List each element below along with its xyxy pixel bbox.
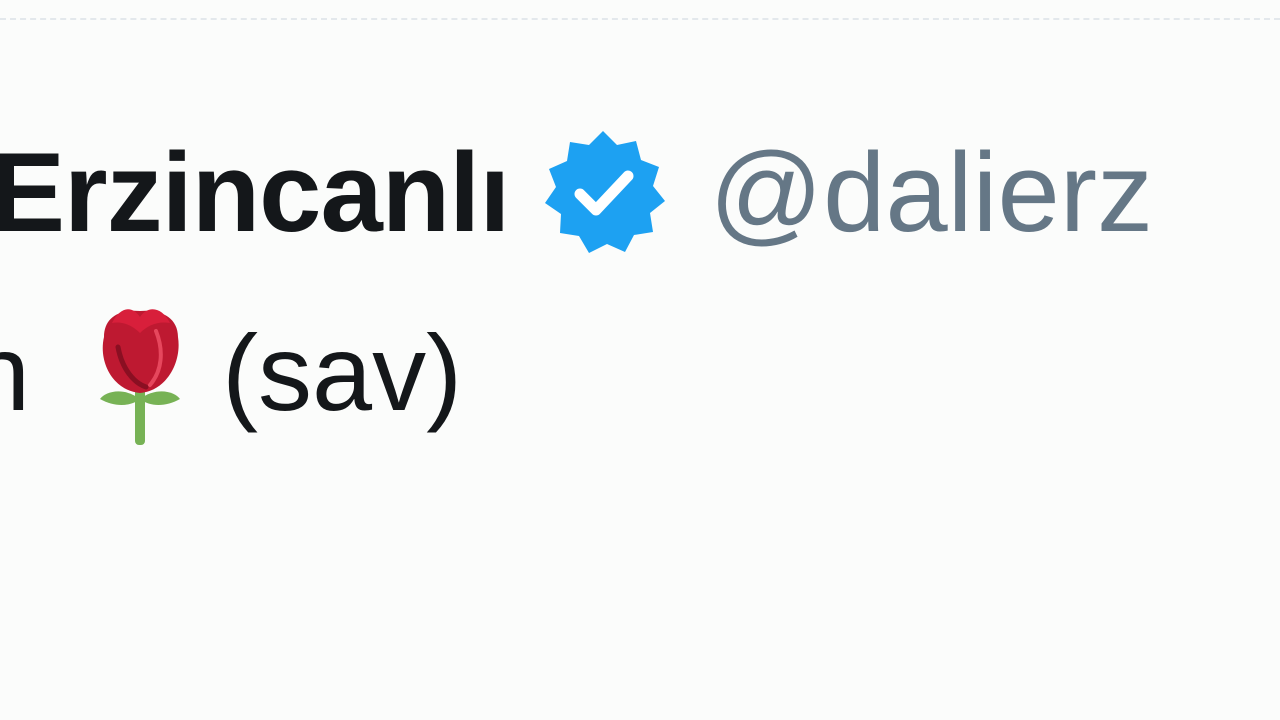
author-handle[interactable]: @dalierz (709, 128, 1153, 258)
tweet-text: n (sav) (0, 296, 462, 456)
tweet-text-fragment: n (0, 312, 31, 433)
tweet-text-sav: (sav) (222, 312, 463, 433)
tweet-viewport: li Erzincanlı @dalierz n (sav) (0, 0, 1280, 720)
rose-icon (90, 301, 194, 451)
top-divider (0, 18, 1280, 20)
tweet-header: li Erzincanlı @dalierz (0, 128, 1153, 258)
author-display-name[interactable]: li Erzincanlı (0, 128, 510, 258)
verified-badge-icon (537, 127, 669, 259)
